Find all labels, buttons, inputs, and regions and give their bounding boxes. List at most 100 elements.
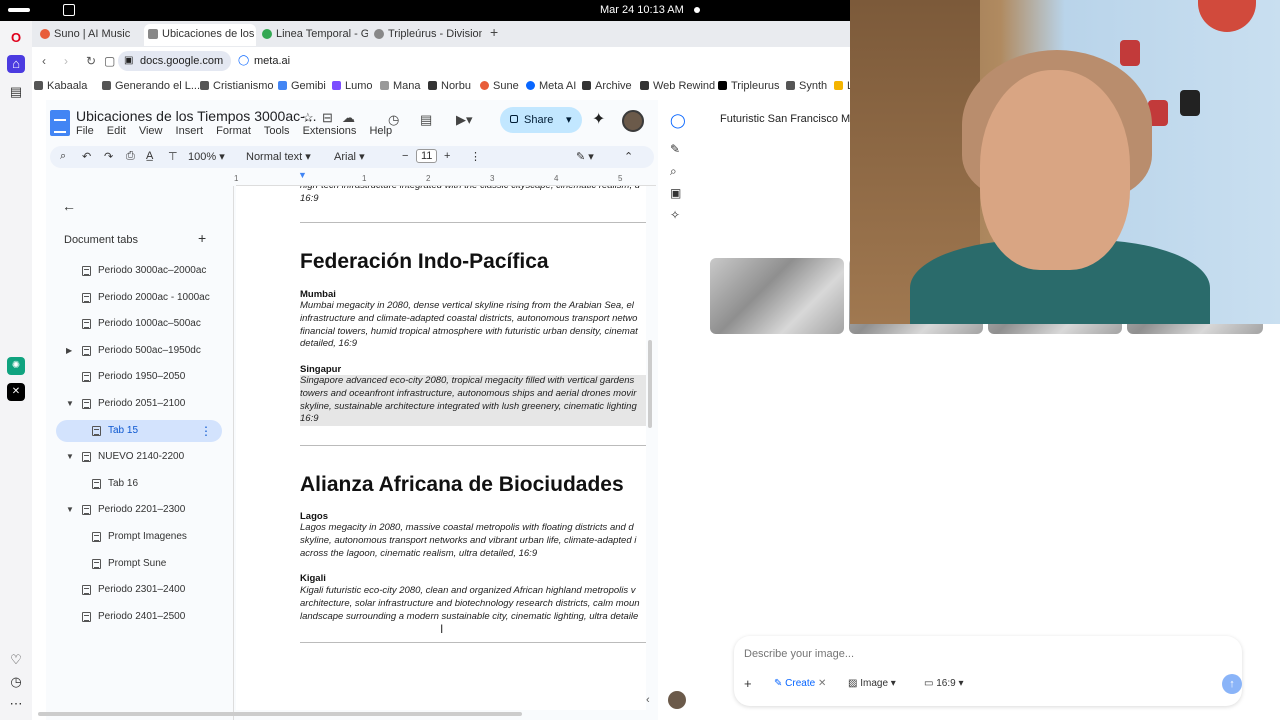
aspect-ratio-select[interactable]: ▭ 16:9 ▾ — [924, 678, 964, 689]
bookmark-item[interactable]: Norbu — [428, 80, 471, 92]
city-prompt-paragraph-selected[interactable]: Singapore advanced eco-city 2080, tropic… — [300, 375, 646, 427]
avatar[interactable] — [668, 691, 686, 709]
reload-icon[interactable]: ↻ — [86, 54, 96, 68]
bookmark-item[interactable]: Web Rewind — [640, 80, 715, 92]
move-folder-icon[interactable]: ⊟ — [322, 110, 333, 126]
generated-image-thumbnail[interactable] — [710, 258, 844, 334]
create-mode-chip[interactable]: ✎ Create ✕ — [774, 678, 826, 689]
collapse-panel-icon[interactable]: ‹ — [646, 694, 650, 706]
city-prompt-paragraph[interactable]: Kigali futuristic eco-city 2080, clean a… — [300, 585, 646, 623]
section-heading[interactable]: Alianza Africana de Biociudades — [300, 473, 624, 497]
x-icon[interactable]: ✕ — [7, 383, 25, 401]
search-icon[interactable]: ⌕ — [670, 164, 677, 179]
url-pill-meta[interactable]: ◯ meta.ai — [232, 51, 298, 71]
city-prompt-paragraph[interactable]: Mumbai megacity in 2080, dense vertical … — [300, 300, 646, 351]
close-icon[interactable]: ✕ — [818, 678, 826, 689]
prompt-input[interactable] — [744, 648, 1144, 660]
indent-marker-icon[interactable]: ▼ — [298, 170, 307, 180]
back-icon[interactable]: ‹ — [42, 54, 46, 68]
document-tab-item[interactable]: ▼ Periodo 2051–2100 — [56, 393, 222, 415]
chevron-down-icon[interactable]: ▼ — [66, 499, 74, 521]
font-size-increase-icon[interactable]: + — [444, 150, 450, 162]
city-prompt-paragraph[interactable]: Lagos megacity in 2080, massive coastal … — [300, 522, 646, 560]
tab-snap-icon[interactable]: ▢ — [104, 54, 115, 68]
cloud-status-icon[interactable]: ☁ — [342, 110, 355, 126]
font-size-decrease-icon[interactable]: − — [402, 150, 408, 162]
forward-icon[interactable]: › — [64, 54, 68, 68]
magic-wand-icon[interactable]: ✧ — [670, 208, 680, 222]
new-chat-icon[interactable]: ✎ — [670, 142, 680, 156]
home-icon[interactable]: ⌂ — [7, 55, 25, 73]
chevron-down-icon[interactable]: ▼ — [66, 446, 74, 468]
bookmark-item[interactable]: Gemibi — [278, 80, 326, 92]
city-heading[interactable]: Singapur — [300, 364, 341, 375]
search-menus-icon[interactable]: ⌕ — [60, 150, 66, 163]
horizontal-scrollbar[interactable] — [38, 712, 522, 716]
history-icon[interactable]: ◷ — [7, 673, 25, 691]
document-tab-item[interactable]: Periodo 2301–2400 — [56, 579, 222, 601]
share-button[interactable]: Share ▾ — [500, 107, 582, 133]
bookmark-item[interactable]: Synth — [786, 80, 827, 92]
bookmark-item[interactable]: Archive — [582, 80, 632, 92]
print-icon[interactable]: ⎙ — [126, 150, 135, 163]
browser-tab-tripleurus[interactable]: Tripleúrus - Divisione — [370, 24, 482, 46]
notes-icon[interactable]: ▤ — [7, 83, 25, 101]
vertical-scrollbar[interactable] — [648, 340, 652, 428]
add-attachment-button[interactable]: + — [744, 676, 752, 691]
image-type-select[interactable]: ▨ Image ▾ — [848, 678, 896, 689]
collapse-toolbar-icon[interactable]: ⌃ — [624, 150, 633, 163]
bookmark-item[interactable]: Lumo — [332, 80, 373, 92]
document-title[interactable]: Ubicaciones de los Tiempos 3000ac-... — [76, 108, 316, 124]
docs-logo-icon[interactable] — [50, 110, 70, 136]
bookmark-item[interactable]: Generando el L... — [102, 80, 200, 92]
paragraph-fragment[interactable]: high-tech infrastructure integrated with… — [300, 186, 646, 206]
heart-icon[interactable]: ♡ — [7, 651, 25, 669]
menu-file[interactable]: File — [76, 125, 94, 137]
new-tab-button[interactable]: + — [490, 24, 498, 40]
document-tab-item[interactable]: Prompt Imagenes — [56, 526, 222, 548]
system-clock[interactable]: Mar 24 10:13 AM — [600, 4, 684, 16]
spellcheck-icon[interactable]: A̲ — [146, 150, 153, 162]
bookmark-item[interactable]: Meta AI — [526, 80, 576, 92]
meta-ai-logo-icon[interactable]: ◯ — [670, 112, 686, 129]
chevron-down-icon[interactable]: ▼ — [66, 393, 74, 415]
section-heading[interactable]: Federación Indo-Pacífica — [300, 250, 549, 274]
bookmark-item[interactable]: Tripleurus — [718, 80, 780, 92]
font-size-input[interactable]: 11 — [416, 149, 438, 163]
gemini-spark-icon[interactable]: ✦ — [592, 109, 605, 129]
style-select[interactable]: Normal text ▾ — [246, 150, 311, 163]
font-select[interactable]: Arial ▾ — [334, 150, 365, 163]
more-options-icon[interactable]: ⋮ — [470, 150, 481, 163]
bookmark-item[interactable]: Cristianismo — [200, 80, 274, 92]
editing-mode-icon[interactable]: ✎ ▾ — [576, 150, 594, 163]
document-tab-item[interactable]: Periodo 2401–2500 — [56, 606, 222, 628]
version-history-icon[interactable]: ◷ — [388, 112, 399, 128]
avatar[interactable] — [622, 110, 644, 132]
conversation-title[interactable]: Futuristic San Francisco Me — [720, 113, 856, 125]
document-tab-item[interactable]: ▼ NUEVO 2140-2200 — [56, 446, 222, 468]
opera-logo-icon[interactable]: O — [7, 29, 25, 47]
more-icon[interactable]: ⋯ — [7, 695, 25, 713]
menu-format[interactable]: Format — [216, 125, 251, 137]
chatgpt-icon[interactable]: ✺ — [7, 357, 25, 375]
city-heading[interactable]: Mumbai — [300, 289, 336, 300]
comments-icon[interactable]: ▤ — [420, 112, 432, 128]
undo-icon[interactable]: ↶ — [82, 150, 91, 163]
bookmark-item[interactable]: Mana — [380, 80, 421, 92]
city-heading[interactable]: Kigali — [300, 573, 326, 584]
paint-format-icon[interactable]: ⊤ — [168, 150, 178, 163]
document-tab-item[interactable]: ▶ Periodo 500ac–1950dc — [56, 340, 222, 362]
menu-view[interactable]: View — [139, 125, 163, 137]
url-pill-docs[interactable]: ▣ docs.google.com — [118, 51, 232, 71]
document-tab-item[interactable]: Periodo 1000ac–500ac — [56, 313, 222, 335]
menu-extensions[interactable]: Extensions — [303, 125, 357, 137]
document-tab-item[interactable]: Periodo 2000ac - 1000ac — [56, 287, 222, 309]
window-icon[interactable] — [63, 4, 75, 16]
media-icon[interactable]: ▣ — [670, 186, 681, 200]
browser-tab-docs-active[interactable]: Ubicaciones de los T — [144, 24, 256, 46]
bookmark-item[interactable]: L — [834, 80, 850, 92]
tab-options-icon[interactable]: ⋮ — [200, 420, 212, 442]
chevron-right-icon[interactable]: ▶ — [66, 340, 72, 362]
document-tab-item[interactable]: Periodo 3000ac–2000ac — [56, 260, 222, 282]
meet-icon[interactable]: ▶▾ — [456, 112, 473, 128]
